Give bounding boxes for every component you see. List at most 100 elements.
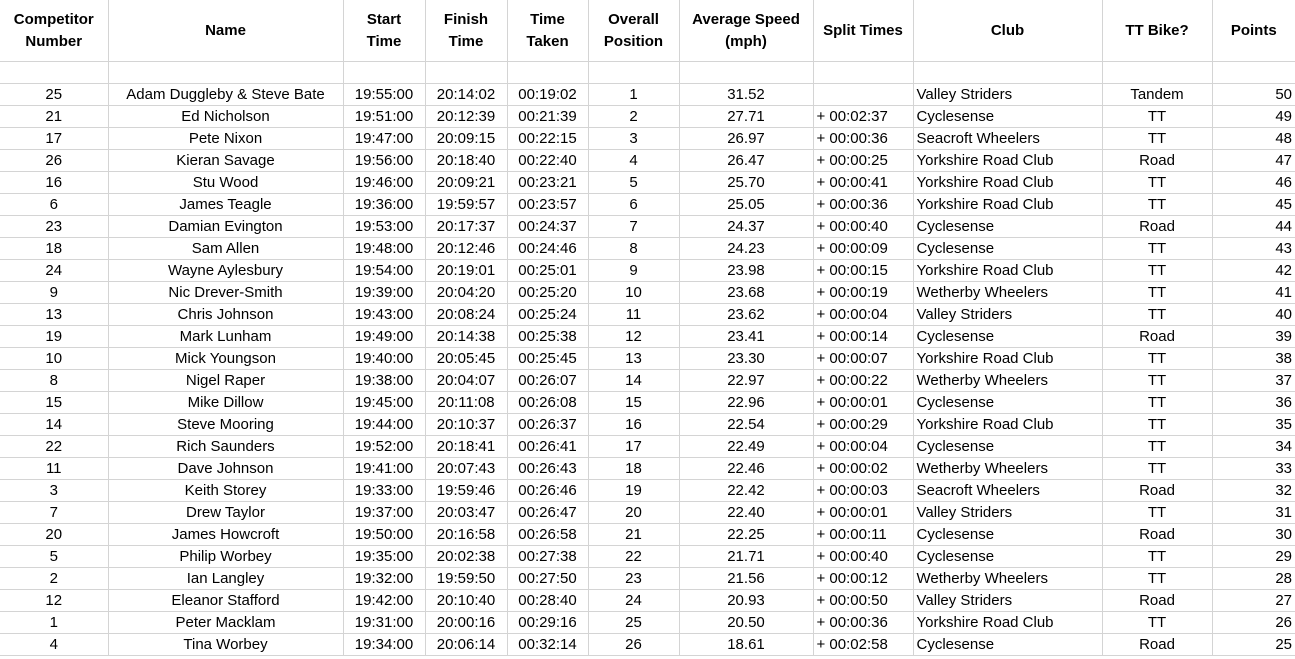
header-name[interactable]: Name bbox=[107, 0, 344, 62]
finish-time-cell[interactable]: 20:04:20 bbox=[424, 281, 508, 304]
club-cell[interactable]: Cyclesense bbox=[912, 435, 1103, 458]
split-time-cell[interactable]: + 00:00:15 bbox=[812, 259, 914, 282]
cell[interactable] bbox=[587, 61, 680, 84]
cell[interactable] bbox=[342, 61, 426, 84]
tt-bike-cell[interactable]: TT bbox=[1101, 193, 1213, 216]
tt-bike-cell[interactable]: TT bbox=[1101, 281, 1213, 304]
start-time-cell[interactable]: 19:47:00 bbox=[342, 127, 426, 150]
finish-time-cell[interactable]: 20:09:15 bbox=[424, 127, 508, 150]
name-cell[interactable]: Keith Storey bbox=[107, 479, 344, 502]
average-speed-cell[interactable]: 23.68 bbox=[678, 281, 814, 304]
tt-bike-cell[interactable]: TT bbox=[1101, 545, 1213, 568]
name-cell[interactable]: Mick Youngson bbox=[107, 347, 344, 370]
points-cell[interactable]: 33 bbox=[1211, 457, 1295, 480]
time-taken-cell[interactable]: 00:26:43 bbox=[506, 457, 589, 480]
points-cell[interactable]: 46 bbox=[1211, 171, 1295, 194]
average-speed-cell[interactable]: 23.62 bbox=[678, 303, 814, 326]
competitor-number-cell[interactable]: 19 bbox=[0, 325, 109, 348]
average-speed-cell[interactable]: 22.97 bbox=[678, 369, 814, 392]
header-tt-bike[interactable]: TT Bike? bbox=[1101, 0, 1213, 62]
tt-bike-cell[interactable]: Road bbox=[1101, 589, 1213, 612]
average-speed-cell[interactable]: 24.23 bbox=[678, 237, 814, 260]
points-cell[interactable]: 40 bbox=[1211, 303, 1295, 326]
overall-position-cell[interactable]: 24 bbox=[587, 589, 680, 612]
time-taken-cell[interactable]: 00:26:41 bbox=[506, 435, 589, 458]
start-time-cell[interactable]: 19:35:00 bbox=[342, 545, 426, 568]
competitor-number-cell[interactable]: 18 bbox=[0, 237, 109, 260]
average-speed-cell[interactable]: 23.30 bbox=[678, 347, 814, 370]
finish-time-cell[interactable]: 20:05:45 bbox=[424, 347, 508, 370]
points-cell[interactable]: 43 bbox=[1211, 237, 1295, 260]
club-cell[interactable]: Cyclesense bbox=[912, 545, 1103, 568]
average-speed-cell[interactable]: 18.61 bbox=[678, 633, 814, 656]
average-speed-cell[interactable]: 26.47 bbox=[678, 149, 814, 172]
header-overall-position[interactable]: Overall Position bbox=[587, 0, 680, 62]
points-cell[interactable]: 31 bbox=[1211, 501, 1295, 524]
club-cell[interactable]: Yorkshire Road Club bbox=[912, 193, 1103, 216]
overall-position-cell[interactable]: 18 bbox=[587, 457, 680, 480]
competitor-number-cell[interactable]: 1 bbox=[0, 611, 109, 634]
competitor-number-cell[interactable]: 14 bbox=[0, 413, 109, 436]
split-time-cell[interactable]: + 00:00:36 bbox=[812, 193, 914, 216]
overall-position-cell[interactable]: 26 bbox=[587, 633, 680, 656]
tt-bike-cell[interactable]: TT bbox=[1101, 259, 1213, 282]
overall-position-cell[interactable]: 2 bbox=[587, 105, 680, 128]
club-cell[interactable]: Cyclesense bbox=[912, 523, 1103, 546]
name-cell[interactable]: James Teagle bbox=[107, 193, 344, 216]
finish-time-cell[interactable]: 19:59:57 bbox=[424, 193, 508, 216]
finish-time-cell[interactable]: 20:00:16 bbox=[424, 611, 508, 634]
split-time-cell[interactable]: + 00:00:09 bbox=[812, 237, 914, 260]
split-time-cell[interactable]: + 00:00:36 bbox=[812, 611, 914, 634]
start-time-cell[interactable]: 19:54:00 bbox=[342, 259, 426, 282]
club-cell[interactable]: Valley Striders bbox=[912, 303, 1103, 326]
points-cell[interactable]: 41 bbox=[1211, 281, 1295, 304]
tt-bike-cell[interactable]: TT bbox=[1101, 303, 1213, 326]
tt-bike-cell[interactable]: TT bbox=[1101, 611, 1213, 634]
competitor-number-cell[interactable]: 23 bbox=[0, 215, 109, 238]
club-cell[interactable]: Wetherby Wheelers bbox=[912, 457, 1103, 480]
overall-position-cell[interactable]: 6 bbox=[587, 193, 680, 216]
tt-bike-cell[interactable]: TT bbox=[1101, 347, 1213, 370]
tt-bike-cell[interactable]: Road bbox=[1101, 523, 1213, 546]
start-time-cell[interactable]: 19:34:00 bbox=[342, 633, 426, 656]
competitor-number-cell[interactable]: 5 bbox=[0, 545, 109, 568]
finish-time-cell[interactable]: 20:18:41 bbox=[424, 435, 508, 458]
time-taken-cell[interactable]: 00:26:47 bbox=[506, 501, 589, 524]
tt-bike-cell[interactable]: Road bbox=[1101, 325, 1213, 348]
name-cell[interactable]: Tina Worbey bbox=[107, 633, 344, 656]
name-cell[interactable]: Rich Saunders bbox=[107, 435, 344, 458]
average-speed-cell[interactable]: 20.93 bbox=[678, 589, 814, 612]
header-club[interactable]: Club bbox=[912, 0, 1103, 62]
overall-position-cell[interactable]: 10 bbox=[587, 281, 680, 304]
finish-time-cell[interactable]: 20:12:39 bbox=[424, 105, 508, 128]
club-cell[interactable]: Seacroft Wheelers bbox=[912, 127, 1103, 150]
club-cell[interactable]: Valley Striders bbox=[912, 501, 1103, 524]
club-cell[interactable]: Valley Striders bbox=[912, 83, 1103, 106]
split-time-cell[interactable]: + 00:00:50 bbox=[812, 589, 914, 612]
name-cell[interactable]: Pete Nixon bbox=[107, 127, 344, 150]
overall-position-cell[interactable]: 4 bbox=[587, 149, 680, 172]
tt-bike-cell[interactable]: Road bbox=[1101, 149, 1213, 172]
start-time-cell[interactable]: 19:53:00 bbox=[342, 215, 426, 238]
cell[interactable] bbox=[506, 61, 589, 84]
finish-time-cell[interactable]: 20:17:37 bbox=[424, 215, 508, 238]
average-speed-cell[interactable]: 22.40 bbox=[678, 501, 814, 524]
start-time-cell[interactable]: 19:43:00 bbox=[342, 303, 426, 326]
start-time-cell[interactable]: 19:44:00 bbox=[342, 413, 426, 436]
finish-time-cell[interactable]: 20:11:08 bbox=[424, 391, 508, 414]
points-cell[interactable]: 26 bbox=[1211, 611, 1295, 634]
tt-bike-cell[interactable]: Road bbox=[1101, 479, 1213, 502]
overall-position-cell[interactable]: 21 bbox=[587, 523, 680, 546]
time-taken-cell[interactable]: 00:26:37 bbox=[506, 413, 589, 436]
points-cell[interactable]: 45 bbox=[1211, 193, 1295, 216]
time-taken-cell[interactable]: 00:32:14 bbox=[506, 633, 589, 656]
start-time-cell[interactable]: 19:38:00 bbox=[342, 369, 426, 392]
name-cell[interactable]: Chris Johnson bbox=[107, 303, 344, 326]
time-taken-cell[interactable]: 00:22:15 bbox=[506, 127, 589, 150]
name-cell[interactable]: Philip Worbey bbox=[107, 545, 344, 568]
club-cell[interactable]: Wetherby Wheelers bbox=[912, 369, 1103, 392]
name-cell[interactable]: James Howcroft bbox=[107, 523, 344, 546]
average-speed-cell[interactable]: 22.96 bbox=[678, 391, 814, 414]
time-taken-cell[interactable]: 00:25:01 bbox=[506, 259, 589, 282]
points-cell[interactable]: 36 bbox=[1211, 391, 1295, 414]
